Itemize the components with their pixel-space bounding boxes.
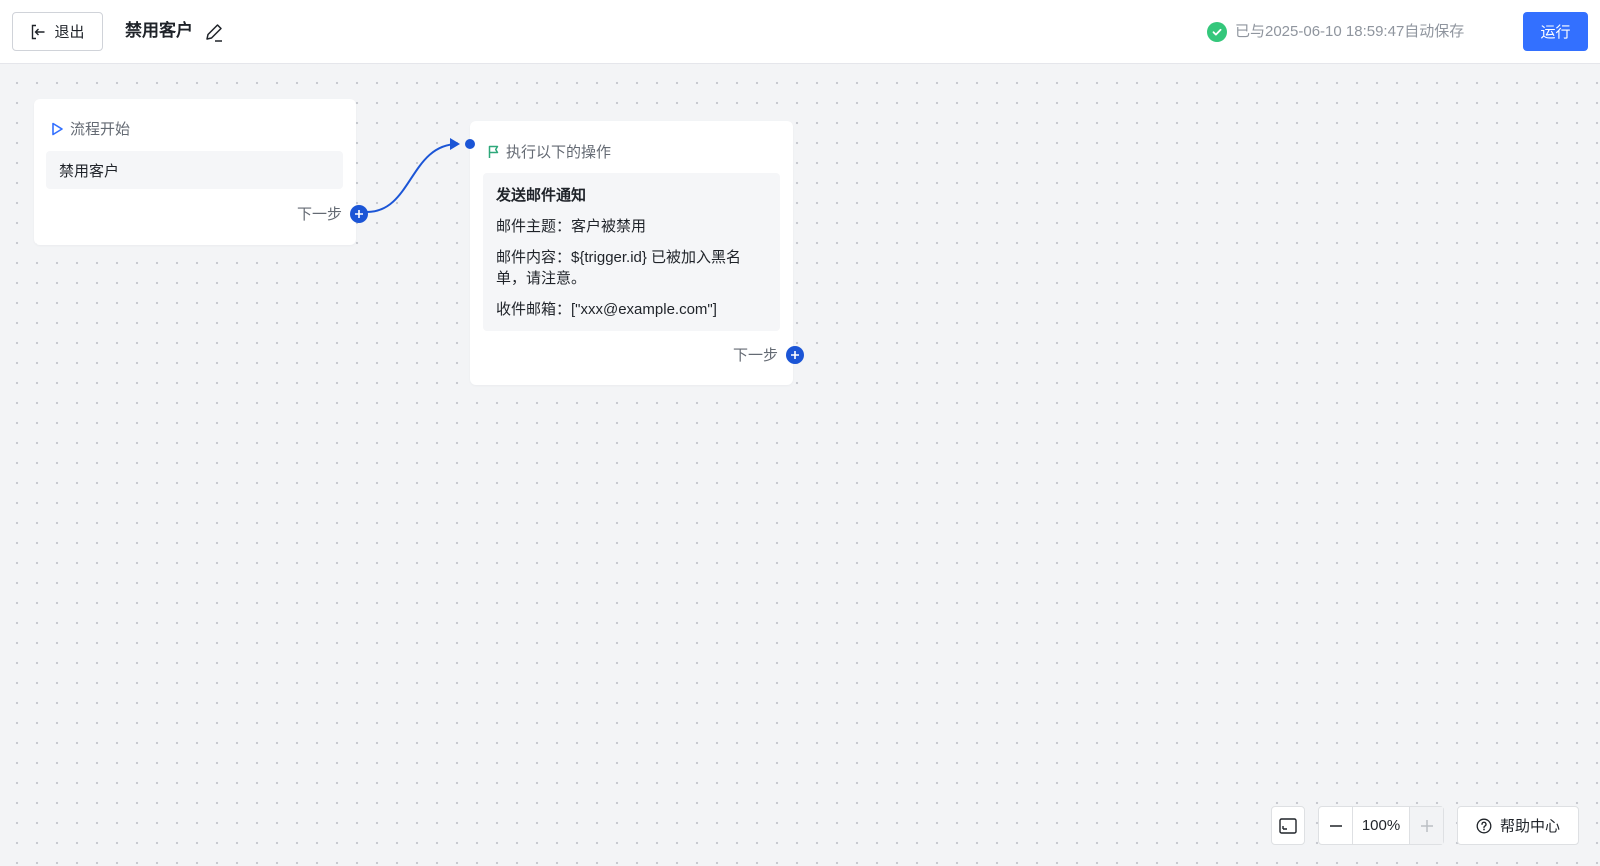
run-button[interactable]: 运行: [1523, 12, 1588, 51]
autosave-status: 已与2025-06-10 18:59:47自动保存: [1207, 20, 1464, 44]
autosave-text: 已与2025-06-10 18:59:47自动保存: [1235, 23, 1465, 40]
edit-pencil-icon[interactable]: [203, 21, 225, 43]
question-circle-icon: [1476, 818, 1492, 833]
help-center-button[interactable]: 帮助中心: [1457, 806, 1579, 845]
zoom-out-button[interactable]: [1319, 807, 1353, 844]
email-recipient: 收件邮箱：["xxx@example.com"]: [496, 301, 717, 318]
plus-circle-icon[interactable]: [786, 345, 805, 364]
flow-canvas[interactable]: 流程开始 禁用客户 下一步 执行以下的操作 发送邮件通知 邮件主题：客户被禁用 …: [0, 64, 1600, 866]
help-label: 帮助中心: [1499, 818, 1560, 835]
email-action-card[interactable]: 发送邮件通知 邮件主题：客户被禁用 邮件内容：${trigger.id} 已被加…: [483, 173, 780, 331]
zoom-control: 100%: [1318, 806, 1444, 845]
trigger-name: 禁用客户: [59, 163, 120, 180]
start-node-label: 流程开始: [70, 121, 131, 138]
input-port-dot[interactable]: [464, 138, 476, 150]
exit-label: 退出: [54, 24, 85, 41]
next-step-label: 下一步: [733, 347, 779, 364]
plus-icon: [1420, 819, 1433, 832]
top-bar: 退出 禁用客户 已与2025-06-10 18:59:47自动保存 运行: [0, 0, 1600, 64]
exit-button[interactable]: 退出: [12, 12, 103, 51]
fit-view-button[interactable]: [1271, 806, 1305, 845]
action-next-step[interactable]: 下一步: [733, 344, 805, 365]
email-content: 邮件内容：${trigger.id} 已被加入黑名单，请注意。: [496, 249, 742, 287]
flag-icon: [488, 145, 499, 158]
zoom-in-button[interactable]: [1409, 807, 1443, 844]
start-next-step[interactable]: 下一步: [297, 203, 369, 224]
action-title: 发送邮件通知: [496, 187, 587, 204]
action-node-header: 执行以下的操作: [487, 141, 611, 162]
flow-title: 禁用客户: [125, 21, 193, 40]
plus-circle-icon[interactable]: [350, 204, 369, 223]
exit-icon: [32, 24, 45, 39]
email-subject: 邮件主题：客户被禁用: [496, 218, 647, 235]
action-node-label: 执行以下的操作: [506, 144, 612, 161]
play-triangle-icon: [52, 122, 63, 135]
next-step-label: 下一步: [297, 206, 343, 223]
start-node-header: 流程开始: [51, 118, 130, 139]
trigger-card[interactable]: 禁用客户: [46, 151, 343, 189]
zoom-level: 100%: [1361, 817, 1401, 834]
minus-icon: [1329, 824, 1342, 827]
fit-view-icon: [1279, 817, 1297, 834]
check-circle-icon: [1207, 22, 1227, 42]
